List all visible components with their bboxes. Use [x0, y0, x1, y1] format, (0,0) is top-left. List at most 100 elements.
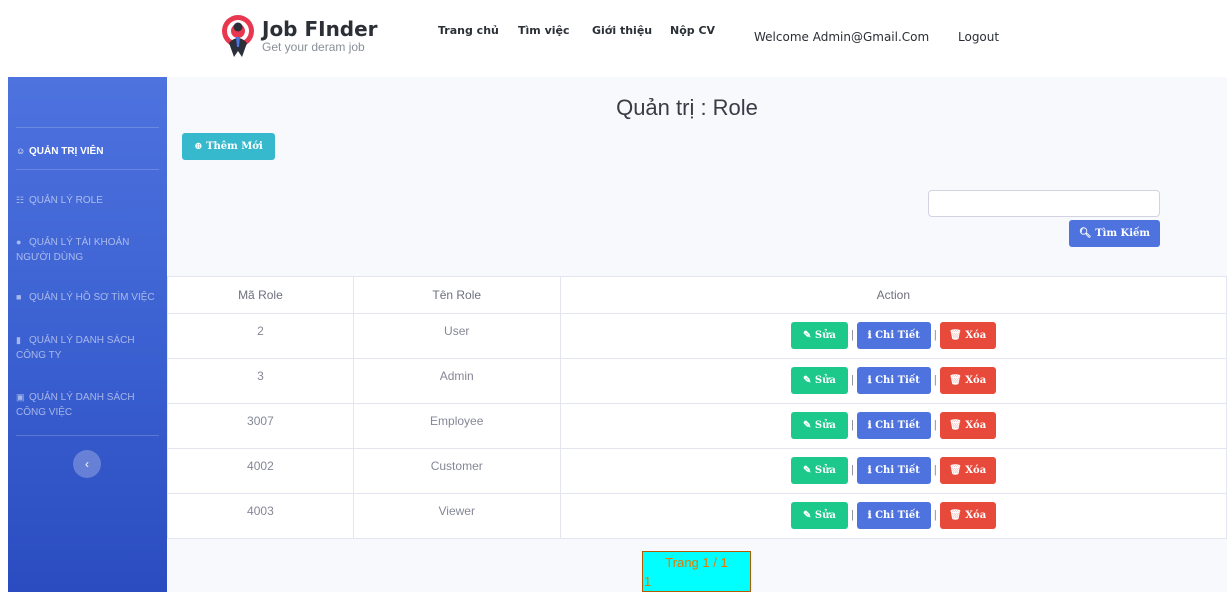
sidebar-item-user-accounts[interactable]: ● QUẢN LÝ TÀI KHOẢN NGƯỜI DÙNG — [16, 235, 156, 265]
separator: | — [850, 509, 854, 521]
edit-button[interactable]: ✎ Sửa — [790, 367, 848, 394]
role-name-cell: Admin — [352, 358, 561, 404]
nav-about-link[interactable]: Giới thiệu — [592, 24, 652, 37]
action-cell: ✎ Sửa | ℹ Chi Tiết | 🗑︎ Xóa — [559, 313, 1227, 359]
nav-jobs-link[interactable]: Tìm việc — [518, 24, 570, 37]
sidebar-item-job-profiles[interactable]: ■ QUẢN LÝ HỒ SƠ TÌM VIỆC — [16, 290, 166, 305]
trash-icon: 🗑︎ — [949, 465, 962, 476]
brand-name: Job FInder — [262, 17, 378, 41]
sidebar-header-admin[interactable]: ☺ QUẢN TRỊ VIÊN — [16, 144, 166, 159]
add-new-button[interactable]: ⊕ Thêm Mới — [182, 133, 275, 160]
action-cell: ✎ Sửa | ℹ Chi Tiết | 🗑︎ Xóa — [559, 358, 1227, 404]
table-row: 4002 Customer ✎ Sửa | ℹ Chi Tiết | 🗑︎ Xóa — [167, 448, 1227, 494]
pagination-label: Trang 1 / 1 — [665, 555, 728, 570]
job-finder-logo-icon — [220, 13, 256, 59]
page-link-1[interactable]: 1 — [644, 574, 651, 589]
info-icon: ℹ — [867, 510, 872, 521]
edit-button[interactable]: ✎ Sửa — [790, 322, 848, 349]
table-row: 3 Admin ✎ Sửa | ℹ Chi Tiết | 🗑︎ Xóa — [167, 358, 1227, 404]
role-table: Mã Role Tên Role Action 2 User ✎ Sửa | ℹ C… — [167, 276, 1227, 539]
table-row: 4003 Viewer ✎ Sửa | ℹ Chi Tiết | 🗑︎ Xóa — [167, 493, 1227, 539]
main-content: Quản trị : Role ⊕ Thêm Mới 🔍︎ Tìm Kiếm M… — [167, 77, 1227, 592]
nav-home-link[interactable]: Trang chủ — [438, 24, 499, 37]
sidebar-toggle-button[interactable]: ‹ — [73, 450, 101, 478]
building-icon: ▮ — [16, 335, 21, 345]
edit-icon: ✎ — [803, 465, 812, 476]
table-row: 2 User ✎ Sửa | ℹ Chi Tiết | 🗑︎ Xóa — [167, 313, 1227, 359]
sidebar-item-role[interactable]: ☷ QUẢN LÝ ROLE — [16, 193, 166, 208]
detail-button[interactable]: ℹ Chi Tiết — [856, 322, 931, 349]
briefcase-icon: ▣ — [16, 392, 25, 402]
search-input[interactable] — [928, 190, 1160, 217]
edit-button[interactable]: ✎ Sửa — [790, 502, 848, 529]
separator: | — [933, 374, 937, 386]
welcome-text: Welcome Admin@Gmail.Com — [754, 30, 930, 44]
separator: | — [850, 329, 854, 341]
detail-button[interactable]: ℹ Chi Tiết — [856, 502, 931, 529]
brand[interactable]: Job FInder Get your deram job — [220, 13, 378, 59]
plus-circle-icon: ⊕ — [194, 141, 203, 152]
delete-button[interactable]: 🗑︎ Xóa — [939, 367, 996, 394]
info-icon: ℹ — [867, 465, 872, 476]
action-cell: ✎ Sửa | ℹ Chi Tiết | 🗑︎ Xóa — [559, 403, 1227, 449]
edit-icon: ✎ — [803, 375, 812, 386]
sidebar: ☺ QUẢN TRỊ VIÊN ☷ QUẢN LÝ ROLE ● QUẢN LÝ TÀ… — [8, 77, 167, 592]
separator: | — [933, 509, 937, 521]
column-header-id: Mã Role — [167, 276, 354, 314]
detail-button[interactable]: ℹ Chi Tiết — [856, 412, 931, 439]
separator: | — [933, 419, 937, 431]
search-icon: 🔍︎ — [1079, 228, 1092, 239]
pagination: Trang 1 / 1 1 — [642, 551, 751, 592]
separator: | — [850, 374, 854, 386]
separator: | — [933, 464, 937, 476]
role-name-cell: Viewer — [352, 493, 561, 539]
logout-link[interactable]: Logout — [958, 30, 999, 44]
column-header-action: Action — [559, 276, 1227, 314]
delete-button[interactable]: 🗑︎ Xóa — [939, 412, 996, 439]
search-button[interactable]: 🔍︎ Tìm Kiếm — [1069, 220, 1160, 247]
sidebar-divider — [16, 169, 159, 170]
sidebar-item-companies[interactable]: ▮ QUẢN LÝ DANH SÁCH CÔNG TY — [16, 333, 156, 363]
role-id-cell: 4003 — [167, 493, 354, 539]
role-name-cell: Customer — [352, 448, 561, 494]
user-icon: ● — [16, 237, 22, 247]
delete-button[interactable]: 🗑︎ Xóa — [939, 502, 996, 529]
edit-icon: ✎ — [803, 510, 812, 521]
role-name-cell: User — [352, 313, 561, 359]
top-navbar: Job FInder Get your deram job Trang chủ … — [0, 0, 1227, 77]
sidebar-divider — [16, 127, 159, 128]
trash-icon: 🗑︎ — [949, 375, 962, 386]
action-cell: ✎ Sửa | ℹ Chi Tiết | 🗑︎ Xóa — [559, 448, 1227, 494]
action-cell: ✎ Sửa | ℹ Chi Tiết | 🗑︎ Xóa — [559, 493, 1227, 539]
edit-icon: ✎ — [803, 420, 812, 431]
table-row: 3007 Employee ✎ Sửa | ℹ Chi Tiết | 🗑︎ Xóa — [167, 403, 1227, 449]
detail-button[interactable]: ℹ Chi Tiết — [856, 457, 931, 484]
edit-icon: ✎ — [803, 330, 812, 341]
page-title: Quản trị : Role — [616, 95, 758, 120]
sidebar-divider — [16, 435, 159, 436]
separator: | — [933, 329, 937, 341]
nav-submit-cv-link[interactable]: Nộp CV — [670, 24, 715, 37]
sitemap-icon: ☷ — [16, 195, 25, 205]
brand-tagline: Get your deram job — [262, 40, 365, 54]
sidebar-item-jobs[interactable]: ▣ QUẢN LÝ DANH SÁCH CÔNG VIỆC — [16, 390, 156, 420]
role-name-cell: Employee — [352, 403, 561, 449]
detail-button[interactable]: ℹ Chi Tiết — [856, 367, 931, 394]
info-icon: ℹ — [867, 420, 872, 431]
separator: | — [850, 419, 854, 431]
role-id-cell: 3 — [167, 358, 354, 404]
info-icon: ℹ — [867, 375, 872, 386]
trash-icon: 🗑︎ — [949, 510, 962, 521]
delete-button[interactable]: 🗑︎ Xóa — [939, 457, 996, 484]
table-header-row: Mã Role Tên Role Action — [167, 276, 1227, 314]
folder-icon: ■ — [16, 292, 22, 302]
edit-button[interactable]: ✎ Sửa — [790, 457, 848, 484]
role-id-cell: 2 — [167, 313, 354, 359]
info-icon: ℹ — [867, 330, 872, 341]
role-id-cell: 4002 — [167, 448, 354, 494]
dashboard-icon: ☺ — [16, 146, 26, 156]
delete-button[interactable]: 🗑︎ Xóa — [939, 322, 996, 349]
column-header-name: Tên Role — [352, 276, 561, 314]
edit-button[interactable]: ✎ Sửa — [790, 412, 848, 439]
trash-icon: 🗑︎ — [949, 330, 962, 341]
